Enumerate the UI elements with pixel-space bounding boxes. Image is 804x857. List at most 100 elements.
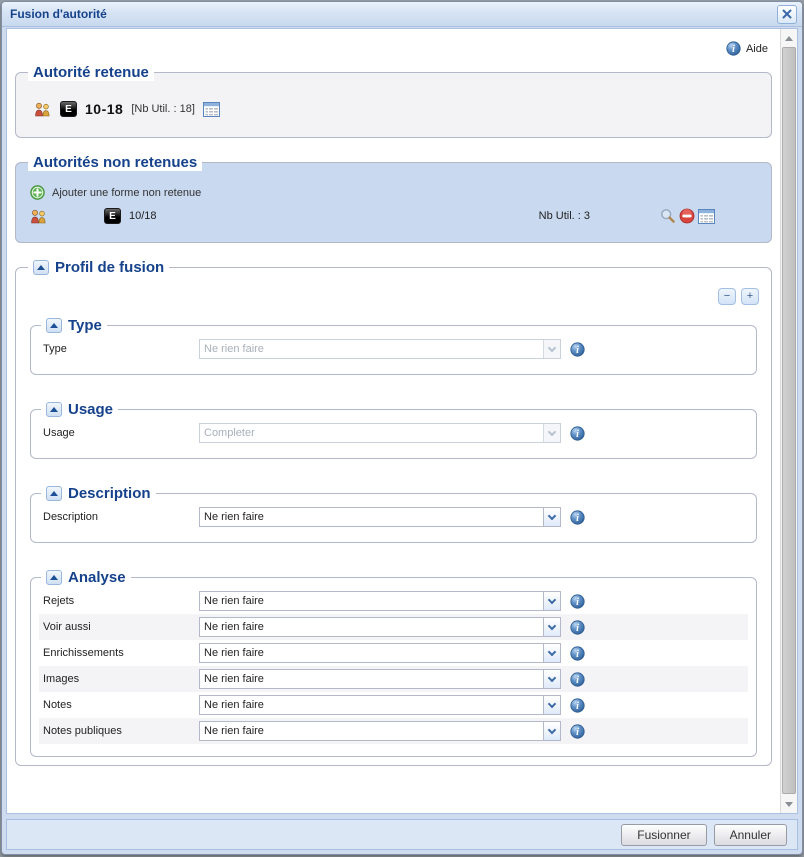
info-icon[interactable]: i (570, 620, 585, 635)
voir-aussi-select[interactable]: Ne rien faire (199, 617, 561, 637)
info-icon[interactable]: i (570, 698, 585, 713)
collapse-all-button[interactable]: − (718, 288, 736, 305)
chevron-up-icon (50, 575, 58, 580)
help-button[interactable]: i Aide (13, 31, 774, 64)
profile-legend-label: Profil de fusion (55, 259, 164, 276)
non-retained-legend-label: Autorités non retenues (33, 154, 197, 171)
chevron-down-icon (543, 644, 560, 662)
images-row: Images Ne rien faire i (39, 666, 748, 692)
rejets-select-value: Ne rien faire (200, 592, 543, 610)
info-icon[interactable]: i (570, 510, 585, 525)
field-label: Images (43, 673, 199, 685)
usage-select-value: Completer (200, 424, 543, 442)
info-icon[interactable]: i (570, 672, 585, 687)
collapse-toggle-description[interactable] (46, 486, 62, 501)
info-icon[interactable]: i (570, 594, 585, 609)
profile-tools: − + (26, 288, 759, 305)
type-row: Type Ne rien faire i (39, 336, 748, 362)
collapse-toggle-usage[interactable] (46, 402, 62, 417)
info-icon[interactable]: i (570, 646, 585, 661)
chevron-down-icon (543, 340, 560, 358)
add-form-link[interactable]: Ajouter une forme non retenue (30, 185, 761, 200)
field-label: Description (43, 511, 199, 523)
chevron-down-icon (543, 618, 560, 636)
merge-authority-dialog: Fusion d'autorité i Aide Autor (1, 1, 803, 855)
retained-legend: Autorité retenue (28, 64, 154, 81)
collapse-toggle-type[interactable] (46, 318, 62, 333)
voir-aussi-select-value: Ne rien faire (200, 618, 543, 636)
collapse-toggle-analyse[interactable] (46, 570, 62, 585)
usage-row: Usage Completer i (39, 420, 748, 446)
svg-text:i: i (576, 513, 579, 524)
collapse-toggle-profile[interactable] (33, 260, 49, 275)
type-legend: Type (41, 317, 107, 334)
usage-legend-label: Usage (68, 401, 113, 418)
help-label: Aide (746, 43, 768, 55)
expand-all-button[interactable]: + (741, 288, 759, 305)
chevron-down-icon (543, 722, 560, 740)
retained-usage-count: [Nb Util. : 18] (131, 103, 195, 115)
usage-select: Completer (199, 423, 561, 443)
field-label: Notes (43, 699, 199, 711)
people-icon (34, 102, 52, 117)
retained-authority-fieldset: Autorité retenue E 10-18 [Nb Util. : 18] (15, 64, 772, 138)
info-icon[interactable]: i (570, 426, 585, 441)
chevron-up-icon (50, 323, 58, 328)
entity-type-badge: E (104, 208, 121, 224)
dialog-titlebar: Fusion d'autorité (2, 2, 802, 27)
scroll-down-button[interactable] (781, 796, 797, 812)
records-table-icon[interactable] (203, 102, 220, 117)
usage-section: Usage Usage Completer i (30, 401, 757, 459)
notes-publiques-select[interactable]: Ne rien faire (199, 721, 561, 741)
svg-text:i: i (732, 44, 735, 55)
chevron-up-icon (50, 491, 58, 496)
enrichissements-select[interactable]: Ne rien faire (199, 643, 561, 663)
chevron-down-icon (543, 424, 560, 442)
notes-publiques-row: Notes publiques Ne rien faire i (39, 718, 748, 744)
chevron-down-icon (543, 670, 560, 688)
close-button[interactable] (777, 5, 797, 24)
info-icon[interactable]: i (570, 724, 585, 739)
add-icon (30, 185, 45, 200)
non-retained-form-code: 10/18 (129, 210, 157, 222)
info-icon[interactable]: i (570, 342, 585, 357)
scrollbar-thumb[interactable] (782, 47, 796, 794)
analyse-legend: Analyse (41, 569, 131, 586)
vertical-scrollbar[interactable] (780, 29, 797, 813)
description-row: Description Ne rien faire i (39, 504, 748, 530)
info-icon: i (726, 41, 741, 56)
retained-authority-row: E 10-18 [Nb Util. : 18] (34, 101, 761, 117)
merge-profile-fieldset: Profil de fusion − + Type Type Ne ri (15, 259, 772, 766)
type-select-value: Ne rien faire (200, 340, 543, 358)
svg-text:i: i (576, 345, 579, 356)
field-label: Voir aussi (43, 621, 199, 633)
retained-legend-label: Autorité retenue (33, 64, 149, 81)
enrichissements-select-value: Ne rien faire (200, 644, 543, 662)
chevron-down-icon (543, 696, 560, 714)
chevron-down-icon (543, 508, 560, 526)
chevron-up-icon (37, 265, 45, 270)
merge-button[interactable]: Fusionner (621, 824, 706, 846)
cancel-button[interactable]: Annuler (714, 824, 787, 846)
scroll-up-button[interactable] (781, 30, 797, 46)
svg-text:i: i (576, 649, 579, 660)
rejets-select[interactable]: Ne rien faire (199, 591, 561, 611)
notes-select[interactable]: Ne rien faire (199, 695, 561, 715)
svg-text:i: i (576, 597, 579, 608)
non-retained-authority-row: E 10/18 Nb Util. : 3 (30, 208, 761, 224)
chevron-down-icon (785, 802, 793, 807)
description-select[interactable]: Ne rien faire (199, 507, 561, 527)
records-table-icon[interactable] (698, 209, 715, 224)
field-label: Usage (43, 427, 199, 439)
close-icon (782, 9, 792, 19)
non-retained-fieldset: Autorités non retenues Ajouter une forme… (15, 154, 772, 243)
remove-icon[interactable] (679, 208, 695, 224)
type-legend-label: Type (68, 317, 102, 334)
type-section: Type Type Ne rien faire i (30, 317, 757, 375)
images-select[interactable]: Ne rien faire (199, 669, 561, 689)
description-legend: Description (41, 485, 156, 502)
notes-publiques-select-value: Ne rien faire (200, 722, 543, 740)
search-icon[interactable] (660, 208, 676, 224)
description-section: Description Description Ne rien faire i (30, 485, 757, 543)
profile-legend: Profil de fusion (28, 259, 169, 276)
